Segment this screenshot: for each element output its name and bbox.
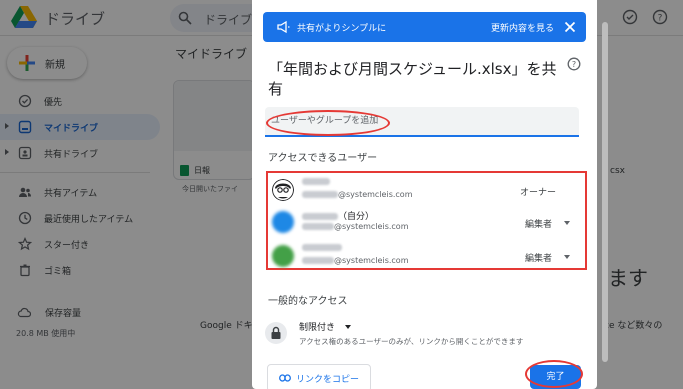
share-dialog: 共有がよりシンプルに 更新内容を見る 「年間および月間スケジュール.xlsx」を… bbox=[252, 0, 597, 389]
megaphone-icon bbox=[277, 20, 290, 34]
svg-text:?: ? bbox=[572, 60, 576, 69]
avatar bbox=[272, 211, 294, 233]
done-button[interactable]: 完了 bbox=[530, 365, 581, 389]
avatar bbox=[272, 245, 294, 267]
user-name: （自分） bbox=[302, 209, 374, 222]
user-email: @systemcleis.com bbox=[302, 222, 408, 231]
people-with-access-label: アクセスできるユーザー bbox=[268, 153, 378, 164]
role-label: オーナー bbox=[519, 188, 556, 198]
copy-link-button[interactable]: リンクをコピー bbox=[267, 364, 371, 389]
lock-icon bbox=[271, 326, 281, 339]
user-email: @systemcleis.com bbox=[302, 256, 408, 265]
user-row: （自分） @systemcleis.com 編集者 bbox=[272, 209, 582, 237]
link-icon bbox=[279, 374, 291, 382]
add-people-input[interactable] bbox=[265, 107, 579, 137]
avatar bbox=[272, 179, 294, 201]
chevron-down-icon[interactable] bbox=[345, 325, 351, 329]
user-name-redacted bbox=[302, 243, 342, 253]
copy-link-label: リンクをコピー bbox=[296, 375, 360, 385]
chevron-down-icon[interactable] bbox=[564, 255, 570, 259]
info-banner: 共有がよりシンプルに 更新内容を見る bbox=[263, 12, 586, 42]
general-access-dropdown[interactable]: 制限付き bbox=[299, 320, 335, 333]
dialog-title: 「年間および月間スケジュール.xlsx」を共有 bbox=[268, 60, 557, 98]
role-dropdown[interactable]: 編集者 bbox=[525, 217, 552, 230]
dialog-scrollbar[interactable] bbox=[601, 0, 609, 389]
chevron-down-icon[interactable] bbox=[564, 221, 570, 225]
scrollbar-thumb[interactable] bbox=[602, 22, 608, 362]
whats-new-link[interactable]: 更新内容を見る bbox=[491, 21, 554, 34]
general-access-label: 一般的なアクセス bbox=[268, 296, 348, 307]
role-dropdown[interactable]: 編集者 bbox=[525, 251, 552, 264]
user-name-redacted bbox=[302, 177, 330, 187]
user-email: @systemcleis.com bbox=[302, 190, 412, 199]
help-icon[interactable]: ? bbox=[567, 57, 581, 71]
general-access-description: アクセス権のあるユーザーのみが、リンクから開くことができます bbox=[299, 337, 524, 346]
user-row: @systemcleis.com オーナー bbox=[272, 177, 582, 205]
lock-badge bbox=[265, 322, 287, 344]
banner-text: 共有がよりシンプルに bbox=[297, 24, 387, 34]
user-row: @systemcleis.com 編集者 bbox=[272, 243, 582, 271]
users-list: @systemcleis.com オーナー （自分） @systemcleis.… bbox=[266, 171, 587, 270]
close-icon[interactable] bbox=[563, 20, 577, 34]
